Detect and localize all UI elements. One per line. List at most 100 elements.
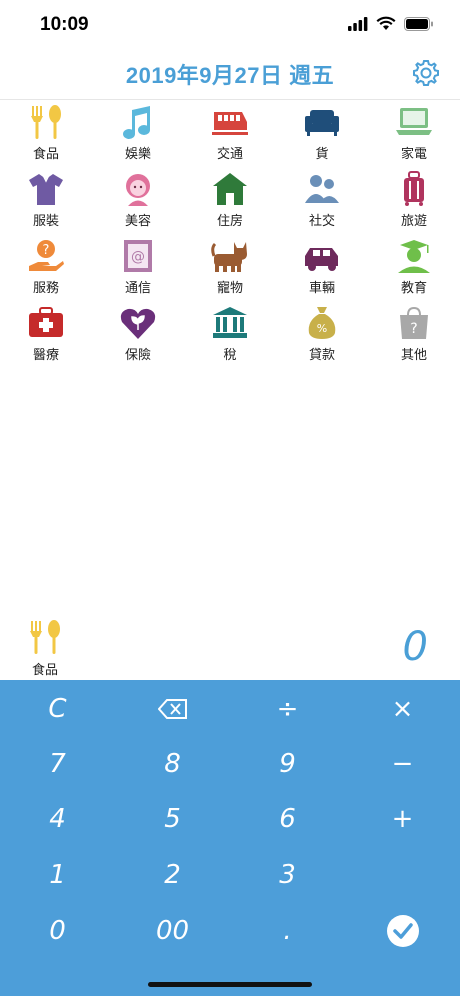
date-title[interactable]: 2019年9月27日 週五 — [0, 58, 460, 90]
category-label: 住房 — [216, 213, 243, 228]
svg-text:?: ? — [410, 321, 417, 337]
category-transport[interactable]: 交通 — [184, 100, 276, 167]
status-icons — [348, 16, 434, 31]
key-1[interactable]: 1 — [0, 847, 115, 903]
keypad: C ÷ × 7 8 9 − 4 5 6 + 1 2 3 0 00 . — [0, 680, 460, 996]
minus-button[interactable]: − — [345, 736, 460, 792]
stamp-at-icon: @ — [124, 240, 152, 272]
status-bar: 10:09 — [0, 0, 460, 48]
backspace-icon — [157, 699, 187, 719]
svg-text:?: ? — [43, 243, 50, 258]
status-time: 10:09 — [40, 14, 89, 35]
category-entertainment[interactable]: 娛樂 — [92, 100, 184, 167]
svg-text:@: @ — [131, 249, 145, 265]
selected-category-label: 食品 — [31, 662, 58, 677]
confirm-button[interactable] — [345, 903, 460, 959]
laptop-icon — [396, 108, 432, 135]
heart-leaf-icon — [120, 308, 156, 339]
category-appliances[interactable]: 家電 — [368, 100, 460, 167]
utensils-icon — [30, 620, 60, 654]
category-social[interactable]: 社交 — [276, 167, 368, 234]
category-label: 車輛 — [308, 280, 335, 295]
category-label: 貨 — [315, 146, 329, 161]
category-medical[interactable]: 醫療 — [0, 301, 92, 368]
category-label: 社交 — [308, 213, 335, 228]
category-goods[interactable]: 貨 — [276, 100, 368, 167]
key-7[interactable]: 7 — [0, 736, 115, 792]
multiply-button[interactable]: × — [345, 681, 460, 737]
graduate-icon — [398, 240, 430, 273]
category-label: 娛樂 — [124, 146, 151, 161]
category-services[interactable]: ? 服務 — [0, 234, 92, 301]
bank-icon — [213, 307, 247, 338]
amount-display: 0 — [402, 624, 428, 670]
cat-icon — [211, 242, 247, 272]
header: 2019年9月27日 週五 — [0, 48, 460, 100]
woman-face-icon — [126, 174, 150, 206]
plus-button[interactable]: + — [345, 791, 460, 847]
key-4[interactable]: 4 — [0, 791, 115, 847]
category-label: 服務 — [32, 280, 59, 295]
category-clothing[interactable]: 服裝 — [0, 167, 92, 234]
key-3[interactable]: 3 — [230, 847, 345, 903]
category-loan[interactable]: % 貸款 — [276, 301, 368, 368]
category-vehicle[interactable]: 車輛 — [276, 234, 368, 301]
category-label: 寵物 — [216, 280, 243, 295]
category-label: 服裝 — [32, 213, 59, 228]
utensils-icon — [31, 105, 61, 139]
medical-kit-icon — [29, 307, 63, 337]
house-icon — [213, 173, 247, 205]
gear-icon[interactable] — [412, 59, 440, 87]
music-note-icon — [123, 106, 150, 139]
svg-text:%: % — [317, 322, 327, 335]
battery-icon — [404, 16, 433, 31]
category-label: 家電 — [400, 146, 427, 161]
category-label: 保險 — [124, 347, 151, 362]
divide-button[interactable]: ÷ — [230, 681, 345, 737]
category-pets[interactable]: 寵物 — [184, 234, 276, 301]
key-5[interactable]: 5 — [115, 791, 230, 847]
category-travel[interactable]: 旅遊 — [368, 167, 460, 234]
category-communication[interactable]: @ 通信 — [92, 234, 184, 301]
category-insurance[interactable]: 保險 — [92, 301, 184, 368]
sofa-icon — [305, 110, 339, 136]
shirt-icon — [29, 174, 63, 205]
category-label: 食品 — [32, 146, 59, 161]
home-indicator[interactable] — [148, 982, 312, 987]
category-label: 旅遊 — [400, 213, 427, 228]
car-icon — [305, 248, 338, 271]
suitcase-icon — [404, 171, 424, 206]
clear-button[interactable]: C — [0, 681, 115, 737]
key-6[interactable]: 6 — [230, 791, 345, 847]
key-9[interactable]: 9 — [230, 736, 345, 792]
category-housing[interactable]: 住房 — [184, 167, 276, 234]
key-8[interactable]: 8 — [115, 736, 230, 792]
key-2[interactable]: 2 — [115, 847, 230, 903]
category-other[interactable]: ? 其他 — [368, 301, 460, 368]
key-0[interactable]: 0 — [0, 903, 115, 959]
category-label: 醫療 — [32, 347, 59, 362]
signal-icon — [348, 16, 368, 31]
dot-button[interactable]: . — [230, 903, 345, 959]
category-beauty[interactable]: 美容 — [92, 167, 184, 234]
question-bag-icon: ? — [400, 306, 428, 339]
category-label: 貸款 — [308, 347, 335, 362]
selected-category[interactable]: 食品 — [22, 618, 68, 678]
category-label: 教育 — [400, 280, 427, 295]
category-grid: 食品 娛樂 交通 貨 家電 服裝 美容 住房 社交 旅遊 ? 服務 @ 通信 寵… — [0, 100, 460, 368]
people-icon — [305, 175, 339, 203]
category-food[interactable]: 食品 — [0, 100, 92, 167]
category-label: 交通 — [216, 146, 243, 161]
category-label: 其他 — [400, 347, 427, 362]
train-icon — [212, 112, 248, 135]
category-education[interactable]: 教育 — [368, 234, 460, 301]
category-label: 通信 — [124, 280, 151, 295]
backspace-button[interactable] — [115, 681, 230, 737]
category-tax[interactable]: 稅 — [184, 301, 276, 368]
money-bag-icon: % — [308, 307, 336, 339]
check-icon — [386, 915, 419, 947]
category-label: 稅 — [223, 347, 237, 362]
key-00[interactable]: 00 — [115, 903, 230, 959]
service-hand-icon: ? — [29, 240, 64, 271]
category-label: 美容 — [124, 213, 151, 228]
